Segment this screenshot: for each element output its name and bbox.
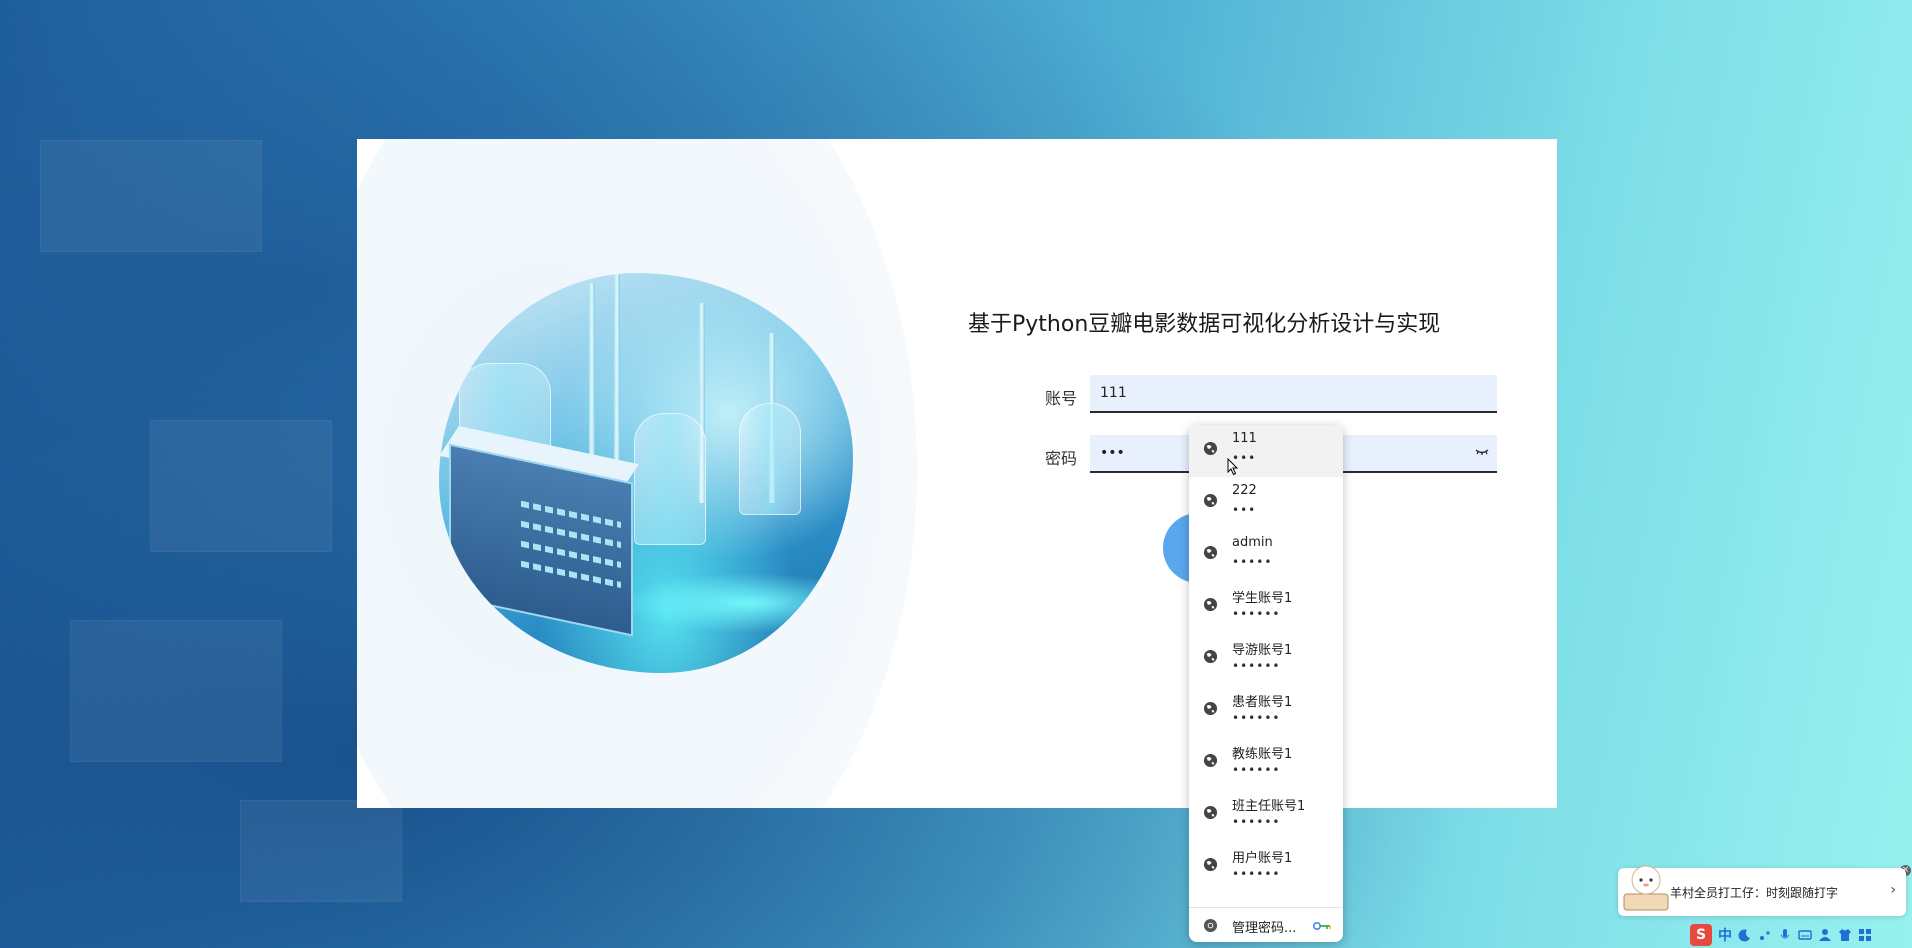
saved-account-name: 导游账号1 [1232, 643, 1293, 658]
page-title: 基于Python豆瓣电影数据可视化分析设计与实现 [968, 312, 1441, 337]
saved-account-name: 222 [1232, 483, 1257, 498]
sogou-logo-icon[interactable]: S [1690, 924, 1712, 946]
password-autocomplete-popup: 111 ••• 222 ••• admin ••••• 学生账号1 ••••••… [1189, 425, 1343, 942]
microphone-icon[interactable] [1778, 928, 1792, 942]
saved-account-name: admin [1232, 535, 1273, 550]
saved-account-password: •••••• [1232, 867, 1281, 881]
background-building [40, 140, 262, 252]
saved-account-password: •••••• [1232, 763, 1281, 777]
popup-divider [1189, 907, 1343, 908]
background-building [70, 620, 282, 762]
background-building [240, 800, 402, 902]
ime-toolbar: S 中 [1690, 924, 1872, 946]
globe-icon [1203, 493, 1218, 508]
saved-account-item[interactable]: 患者账号1 •••••• [1189, 685, 1343, 737]
ime-mode-toggle[interactable]: 中 [1718, 925, 1732, 945]
ime-notice-text: 羊村全员打工仔：时刻跟随打字 [1670, 886, 1839, 900]
manage-passwords-button[interactable]: 管理密码... [1189, 909, 1343, 942]
globe-icon [1203, 597, 1218, 612]
saved-account-name: 患者账号1 [1232, 695, 1293, 710]
eye-closed-icon[interactable] [1475, 447, 1489, 457]
globe-icon [1203, 857, 1218, 872]
sheep-mascot-icon [1623, 865, 1669, 911]
manage-passwords-label: 管理密码... [1232, 921, 1297, 936]
saved-account-item[interactable]: 111 ••• [1189, 425, 1343, 477]
saved-account-password: •••••• [1232, 659, 1281, 673]
moon-icon[interactable] [1738, 928, 1752, 942]
saved-account-item[interactable]: 学生账号1 •••••• [1189, 581, 1343, 633]
account-label: 账号 [1045, 389, 1078, 408]
saved-account-name: 学生账号1 [1232, 591, 1293, 606]
saved-account-item[interactable]: 导游账号1 •••••• [1189, 633, 1343, 685]
factory-illustration [439, 273, 853, 673]
password-label: 密码 [1045, 449, 1078, 468]
saved-account-item[interactable]: 班主任账号1 •••••• [1189, 789, 1343, 841]
globe-icon [1203, 753, 1218, 768]
background-building [150, 420, 332, 552]
password-input-value: ••• [1100, 445, 1125, 461]
account-input-value: 111 [1100, 385, 1127, 401]
saved-account-name: 用户账号1 [1232, 851, 1293, 866]
ime-notice[interactable]: 羊村全员打工仔：时刻跟随打字 › [1618, 865, 1906, 916]
account-input[interactable]: 111 [1090, 375, 1497, 413]
shirt-icon[interactable] [1838, 928, 1852, 942]
globe-icon [1203, 441, 1218, 456]
mouse-cursor-icon [1227, 458, 1239, 476]
saved-account-name: 教练账号1 [1232, 747, 1293, 762]
saved-account-name: 111 [1232, 431, 1257, 446]
saved-account-name: 班主任账号1 [1232, 799, 1306, 814]
saved-account-password: •••••• [1232, 815, 1281, 829]
globe-icon [1203, 649, 1218, 664]
illustration-glow [619, 573, 853, 633]
illustration-tank [739, 403, 801, 515]
globe-icon [1203, 545, 1218, 560]
globe-icon [1203, 805, 1218, 820]
saved-account-password: •••••• [1232, 711, 1281, 725]
saved-account-password: ••• [1232, 503, 1257, 517]
saved-account-item[interactable]: 教练账号1 •••••• [1189, 737, 1343, 789]
saved-account-item[interactable]: admin ••••• [1189, 529, 1343, 581]
chevron-right-icon[interactable]: › [1890, 882, 1896, 898]
saved-account-item[interactable]: 用户账号1 •••••• [1189, 841, 1343, 893]
saved-account-item[interactable]: 222 ••• [1189, 477, 1343, 529]
punctuation-icon[interactable] [1758, 928, 1772, 942]
key-icon [1313, 922, 1331, 930]
grid-icon[interactable] [1858, 928, 1872, 942]
saved-account-password: ••••• [1232, 555, 1273, 569]
user-icon[interactable] [1818, 928, 1832, 942]
chrome-icon [1203, 918, 1218, 933]
saved-account-password: •••••• [1232, 607, 1281, 621]
globe-icon [1203, 701, 1218, 716]
keyboard-icon[interactable] [1798, 928, 1812, 942]
login-card: 基于Python豆瓣电影数据可视化分析设计与实现 账号 111 密码 ••• [357, 139, 1557, 808]
illustration-tank [634, 413, 706, 545]
